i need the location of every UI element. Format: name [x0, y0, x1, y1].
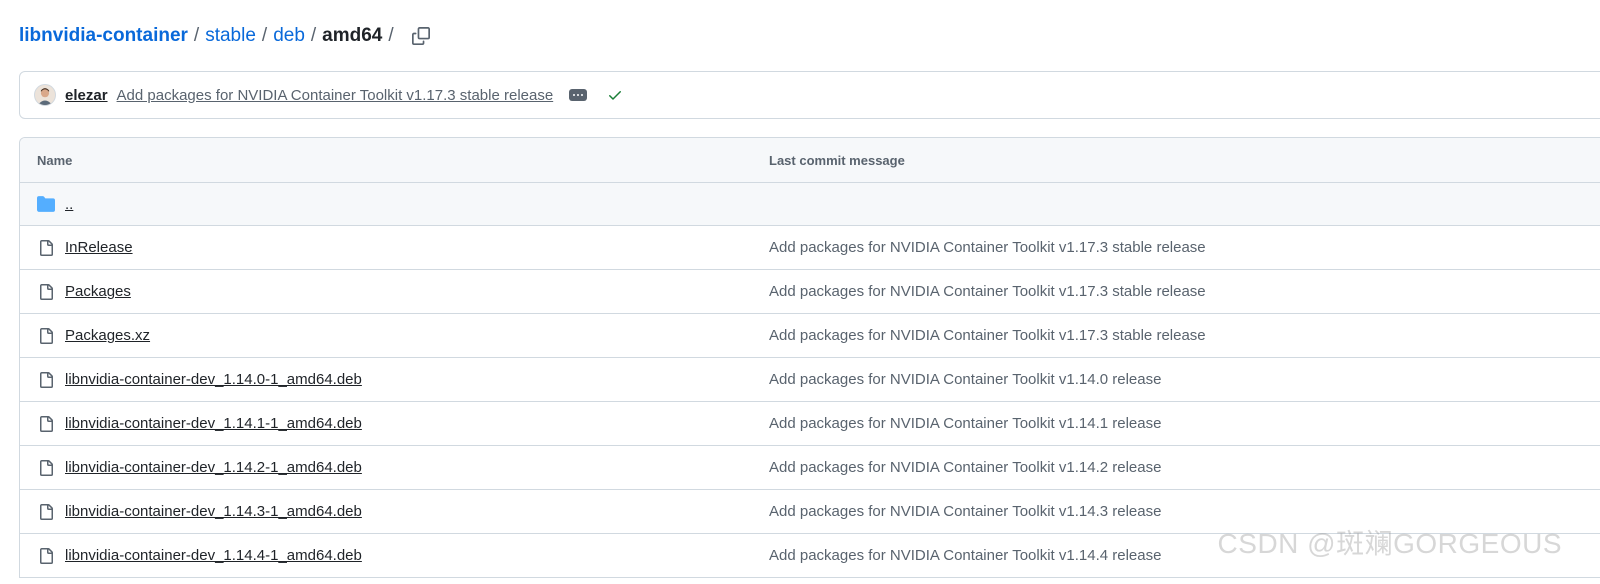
file-name-cell: libnvidia-container-dev_1.14.3-1_amd64.d… — [20, 503, 752, 521]
file-name-link[interactable]: libnvidia-container-dev_1.14.4-1_amd64.d… — [65, 547, 362, 564]
file-name-link[interactable]: libnvidia-container-dev_1.14.2-1_amd64.d… — [65, 459, 362, 476]
file-name-cell: Packages — [20, 283, 752, 301]
check-icon[interactable] — [607, 87, 623, 103]
expand-commit-message-button[interactable] — [569, 89, 588, 101]
file-name-cell: InRelease — [20, 239, 752, 257]
file-icon — [37, 459, 55, 477]
breadcrumb-stable-link[interactable]: stable — [205, 25, 256, 47]
column-header-name: Name — [37, 152, 73, 168]
commit-message-cell[interactable]: Add packages for NVIDIA Container Toolki… — [752, 459, 1161, 476]
parent-directory-row[interactable]: .. — [20, 183, 1600, 226]
copy-path-button[interactable] — [408, 23, 434, 49]
file-table: Name Last commit message .. InRelease Add… — [19, 137, 1600, 578]
ellipsis-dot — [577, 94, 580, 96]
file-name-link[interactable]: InRelease — [65, 239, 133, 256]
file-name-cell: Packages.xz — [20, 327, 752, 345]
breadcrumb-deb-link[interactable]: deb — [273, 25, 305, 47]
table-row[interactable]: libnvidia-container-dev_1.14.2-1_amd64.d… — [20, 446, 1600, 490]
parent-directory-cell: .. — [20, 195, 752, 213]
copy-icon — [411, 27, 430, 45]
avatar[interactable] — [34, 84, 56, 106]
file-icon — [37, 547, 55, 565]
ellipsis-dot — [581, 94, 584, 96]
file-name-link[interactable]: Packages — [65, 283, 131, 300]
file-name-link[interactable]: Packages.xz — [65, 327, 150, 344]
breadcrumb: libnvidia-container / stable / deb / amd… — [19, 22, 434, 50]
file-name-link[interactable]: libnvidia-container-dev_1.14.3-1_amd64.d… — [65, 503, 362, 520]
commit-message-link[interactable]: Add packages for NVIDIA Container Toolki… — [117, 87, 554, 104]
commit-message-cell[interactable]: Add packages for NVIDIA Container Toolki… — [752, 283, 1206, 300]
file-name-link[interactable]: libnvidia-container-dev_1.14.1-1_amd64.d… — [65, 415, 362, 432]
table-row[interactable]: Packages Add packages for NVIDIA Containe… — [20, 270, 1600, 314]
file-name-cell: libnvidia-container-dev_1.14.2-1_amd64.d… — [20, 459, 752, 477]
breadcrumb-separator: / — [310, 25, 317, 46]
commit-message-cell[interactable]: Add packages for NVIDIA Container Toolki… — [752, 415, 1161, 432]
watermark: CSDN @斑斓GORGEOUS — [1217, 528, 1562, 559]
column-header-last-commit: Last commit message — [769, 152, 905, 168]
file-name-cell: libnvidia-container-dev_1.14.1-1_amd64.d… — [20, 415, 752, 433]
table-row[interactable]: InRelease Add packages for NVIDIA Contain… — [20, 226, 1600, 270]
latest-commit-bar: elezar Add packages for NVIDIA Container… — [19, 71, 1600, 119]
breadcrumb-current: amd64 — [322, 25, 383, 46]
file-name-cell: libnvidia-container-dev_1.14.0-1_amd64.d… — [20, 371, 752, 389]
file-icon — [37, 283, 55, 301]
file-icon — [37, 415, 55, 433]
table-header: Name Last commit message — [20, 138, 1600, 183]
commit-author-link[interactable]: elezar — [65, 87, 108, 104]
file-icon — [37, 327, 55, 345]
commit-message-cell[interactable]: Add packages for NVIDIA Container Toolki… — [752, 371, 1161, 388]
commit-message-cell[interactable]: Add packages for NVIDIA Container Toolki… — [752, 547, 1161, 564]
breadcrumb-repo-link[interactable]: libnvidia-container — [19, 25, 188, 47]
commit-message-cell[interactable]: Add packages for NVIDIA Container Toolki… — [752, 327, 1206, 344]
folder-icon — [37, 195, 55, 213]
table-row[interactable]: libnvidia-container-dev_1.14.0-1_amd64.d… — [20, 358, 1600, 402]
file-icon — [37, 371, 55, 389]
user-avatar-icon — [35, 85, 55, 105]
file-name-cell: libnvidia-container-dev_1.14.4-1_amd64.d… — [20, 547, 752, 565]
breadcrumb-separator: / — [388, 25, 394, 46]
file-icon — [37, 239, 55, 257]
breadcrumb-separator: / — [261, 25, 268, 46]
commit-message-cell[interactable]: Add packages for NVIDIA Container Toolki… — [752, 239, 1206, 256]
file-name-link[interactable]: libnvidia-container-dev_1.14.0-1_amd64.d… — [65, 371, 362, 388]
commit-message-cell[interactable]: Add packages for NVIDIA Container Toolki… — [752, 503, 1161, 520]
parent-directory-link[interactable]: .. — [65, 196, 73, 213]
ellipsis-dot — [573, 94, 576, 96]
file-icon — [37, 503, 55, 521]
breadcrumb-separator: / — [193, 25, 200, 46]
table-row[interactable]: libnvidia-container-dev_1.14.1-1_amd64.d… — [20, 402, 1600, 446]
table-row[interactable]: Packages.xz Add packages for NVIDIA Conta… — [20, 314, 1600, 358]
